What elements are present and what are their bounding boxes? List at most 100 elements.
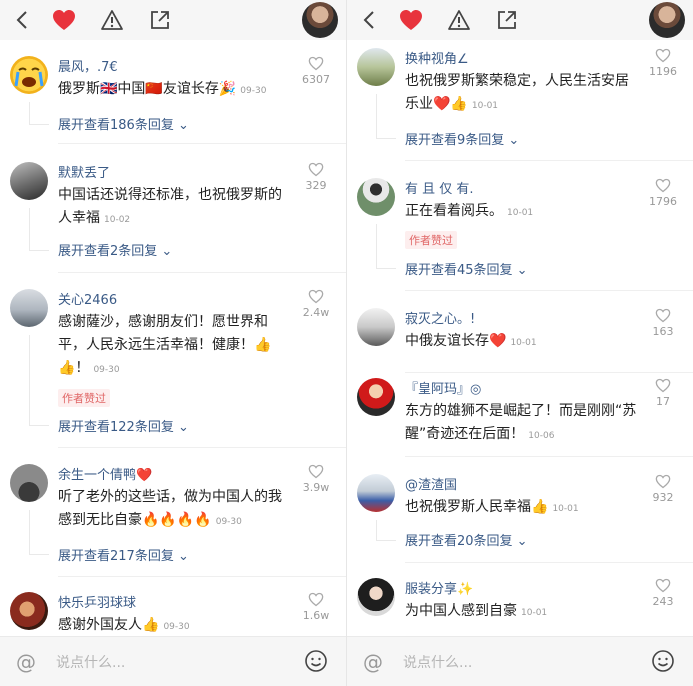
expand-label: 展开查看186条回复 bbox=[58, 118, 174, 133]
comment-time: 10-01 bbox=[510, 338, 537, 348]
commenter-name[interactable]: @渣渣国 bbox=[405, 474, 457, 493]
comment-body: 东方的雄狮不是崛起了！而是刚刚“苏醒”奇迹还在后面！ bbox=[405, 403, 637, 442]
heart-outline-icon bbox=[308, 289, 324, 304]
expand-replies-button[interactable]: 展开查看9条回复 ⌄ bbox=[405, 129, 519, 148]
divider bbox=[405, 160, 693, 161]
comment-input[interactable]: 说点什么... bbox=[403, 652, 472, 672]
comment-time: 10-06 bbox=[528, 431, 555, 441]
comment-text: 感谢薩沙，感谢朋友们！愿世界和平，人民永远生活幸福！健康！👍👍！ 09-30 bbox=[58, 311, 290, 382]
author-avatar[interactable] bbox=[302, 2, 338, 38]
like-count: 1196 bbox=[649, 65, 677, 78]
expand-label: 展开查看217条回复 bbox=[58, 549, 174, 564]
commenter-name[interactable]: 晨风，.7€ bbox=[58, 56, 118, 75]
thread-connector bbox=[376, 138, 396, 139]
commenter-name[interactable]: 有 且 仅 有. bbox=[405, 178, 474, 197]
like-button[interactable]: 932 bbox=[643, 474, 683, 504]
expand-replies-button[interactable]: 展开查看122条回复 ⌄ bbox=[58, 416, 189, 435]
heart-outline-icon bbox=[655, 308, 671, 323]
comment-body: 俄罗斯🇬🇧中国🇨🇳友谊长存🎉 bbox=[58, 81, 237, 97]
like-button[interactable]: 1196 bbox=[643, 48, 683, 78]
comment-time: 10-01 bbox=[552, 504, 579, 514]
heart-icon[interactable] bbox=[50, 6, 78, 34]
at-icon[interactable]: @ bbox=[16, 650, 36, 674]
like-button[interactable]: 6307 bbox=[296, 56, 336, 86]
like-count: 932 bbox=[652, 491, 674, 504]
like-button[interactable]: 329 bbox=[296, 162, 336, 192]
avatar[interactable] bbox=[10, 464, 48, 502]
divider bbox=[405, 372, 693, 373]
expand-label: 展开查看20条回复 bbox=[405, 534, 513, 549]
comment-text: 为中国人感到自豪 10-01 bbox=[405, 600, 637, 625]
comment-input-bar: @ 说点什么... bbox=[347, 636, 693, 686]
avatar[interactable] bbox=[10, 289, 48, 327]
comment-input[interactable]: 说点什么... bbox=[56, 652, 125, 672]
commenter-name[interactable]: 『皇阿玛』◎ bbox=[405, 378, 481, 397]
avatar[interactable] bbox=[10, 56, 48, 94]
comment-body: 听了老外的这些话，做为中国人的我感到无比自豪🔥🔥🔥🔥 bbox=[58, 489, 282, 528]
chevron-left-icon[interactable] bbox=[8, 6, 36, 34]
comment-body: 中俄友谊长存❤️ bbox=[405, 333, 507, 349]
thread-connector bbox=[376, 268, 396, 269]
avatar[interactable] bbox=[10, 592, 48, 630]
divider bbox=[405, 562, 693, 563]
commenter-name[interactable]: 默默丢了 bbox=[58, 162, 110, 181]
like-button[interactable]: 2.4w bbox=[296, 289, 336, 319]
warning-icon[interactable] bbox=[98, 6, 126, 34]
commenter-name[interactable]: 服装分享✨ bbox=[405, 578, 473, 597]
thread-line bbox=[376, 520, 377, 540]
heart-outline-icon bbox=[308, 162, 324, 177]
avatar[interactable] bbox=[357, 48, 395, 86]
avatar[interactable] bbox=[357, 178, 395, 216]
expand-replies-button[interactable]: 展开查看217条回复 ⌄ bbox=[58, 545, 189, 564]
like-button[interactable]: 243 bbox=[643, 578, 683, 608]
avatar[interactable] bbox=[357, 578, 395, 616]
commenter-name[interactable]: 换种视角∠ bbox=[405, 48, 469, 67]
share-icon[interactable] bbox=[493, 6, 521, 34]
comment-time: 09-30 bbox=[93, 365, 120, 375]
comment-text: 中俄友谊长存❤️ 10-01 bbox=[405, 330, 637, 355]
like-button[interactable]: 1.6w bbox=[296, 592, 336, 622]
author-avatar[interactable] bbox=[649, 2, 685, 38]
smiley-icon[interactable] bbox=[651, 649, 675, 677]
smiley-icon[interactable] bbox=[304, 649, 328, 677]
warning-icon[interactable] bbox=[445, 6, 473, 34]
like-button[interactable]: 163 bbox=[643, 308, 683, 338]
like-button[interactable]: 3.9w bbox=[296, 464, 336, 494]
comment-time: 09-30 bbox=[215, 517, 242, 527]
thread-line bbox=[29, 510, 30, 554]
expand-replies-button[interactable]: 展开查看45条回复 ⌄ bbox=[405, 259, 528, 278]
thread-connector bbox=[29, 425, 49, 426]
comment-text: 也祝俄罗斯繁荣稳定，人民生活安居乐业❤️👍 10-01 bbox=[405, 70, 637, 118]
heart-icon[interactable] bbox=[397, 6, 425, 34]
expand-replies-button[interactable]: 展开查看186条回复 ⌄ bbox=[58, 114, 189, 133]
comment-item: 默默丢了 中国话还说得还标准，也祝俄罗斯的人幸福 10-02 329 展开查看2条… bbox=[0, 162, 346, 278]
avatar[interactable] bbox=[357, 308, 395, 346]
comment-item: 关心2466 感谢薩沙，感谢朋友们！愿世界和平，人民永远生活幸福！健康！👍👍！ 0… bbox=[0, 289, 346, 449]
share-icon[interactable] bbox=[146, 6, 174, 34]
like-button[interactable]: 1796 bbox=[643, 178, 683, 208]
chevron-left-icon[interactable] bbox=[355, 6, 383, 34]
avatar[interactable] bbox=[357, 378, 395, 416]
expand-replies-button[interactable]: 展开查看2条回复 ⌄ bbox=[58, 240, 172, 259]
at-icon[interactable]: @ bbox=[363, 650, 383, 674]
like-count: 3.9w bbox=[302, 481, 330, 494]
expand-label: 展开查看45条回复 bbox=[405, 263, 513, 278]
top-bar bbox=[347, 0, 693, 40]
commenter-name[interactable]: 余生一个倩鸭❤️ bbox=[58, 464, 152, 483]
commenter-name[interactable]: 快乐乒羽球球 bbox=[58, 592, 136, 611]
expand-replies-button[interactable]: 展开查看20条回复 ⌄ bbox=[405, 530, 528, 549]
like-button[interactable]: 17 bbox=[643, 378, 683, 408]
divider bbox=[405, 290, 693, 291]
divider bbox=[58, 447, 346, 448]
avatar[interactable] bbox=[10, 162, 48, 200]
commenter-name[interactable]: 关心2466 bbox=[58, 289, 117, 308]
heart-outline-icon bbox=[308, 592, 324, 607]
avatar[interactable] bbox=[357, 474, 395, 512]
split-screenshot: 晨风，.7€ 俄罗斯🇬🇧中国🇨🇳友谊长存🎉 09-30 6307 展开查看186条… bbox=[0, 0, 693, 686]
comment-item: 晨风，.7€ 俄罗斯🇬🇧中国🇨🇳友谊长存🎉 09-30 6307 展开查看186条… bbox=[0, 56, 346, 146]
comment-time: 09-30 bbox=[240, 86, 267, 96]
commenter-name[interactable]: 寂灭之心。! bbox=[405, 308, 475, 327]
like-count: 1.6w bbox=[302, 609, 330, 622]
comment-item: 快乐乒羽球球 感谢外国友人👍 09-30 1.6w bbox=[0, 592, 346, 636]
comment-item: @渣渣国 也祝俄罗斯人民幸福👍 10-01 932 展开查看20条回复 ⌄ bbox=[347, 474, 693, 570]
